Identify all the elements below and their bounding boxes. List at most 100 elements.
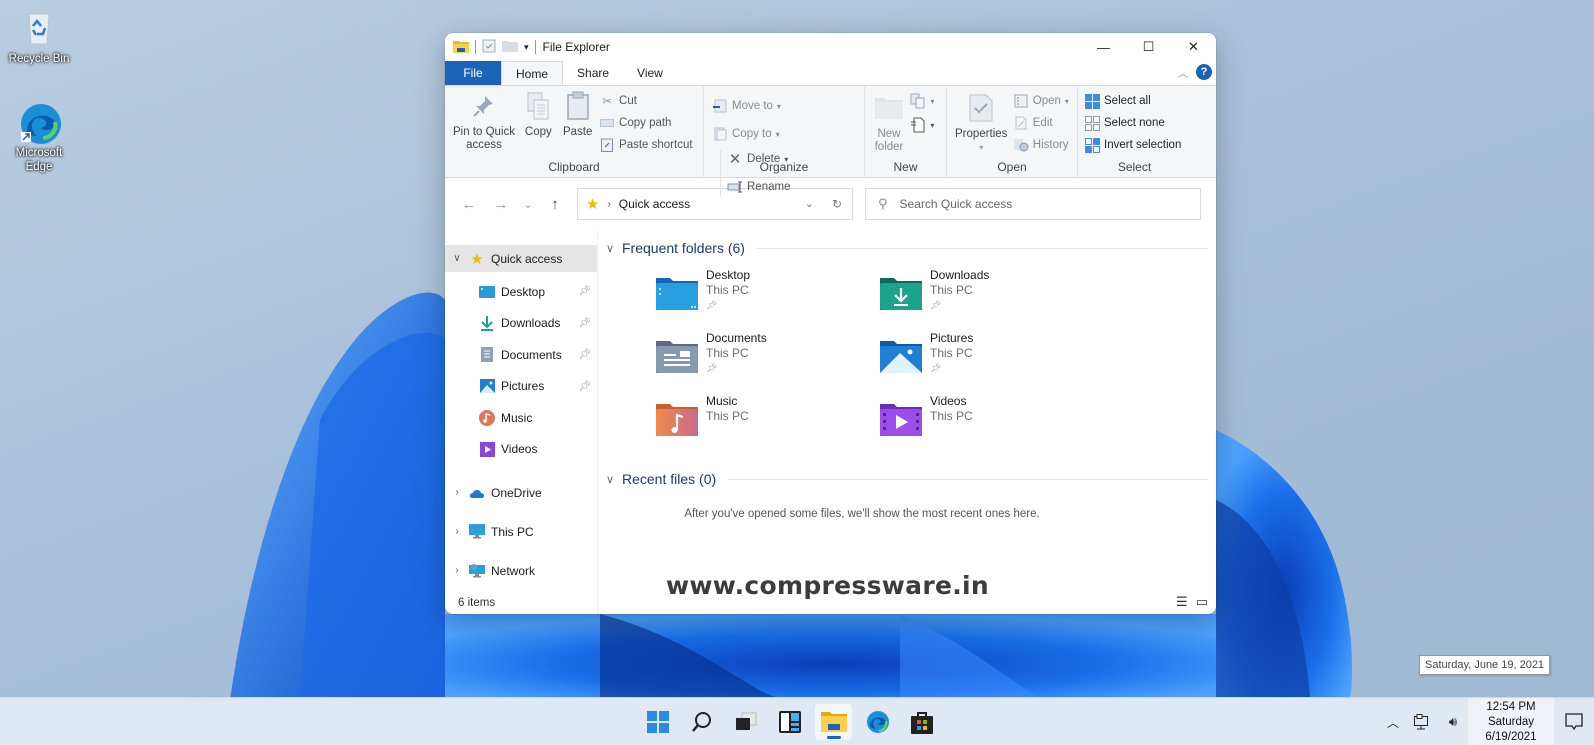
folder-item-documents[interactable]: Documents This PC 📌︎ [656,331,880,381]
refresh-icon[interactable]: ↻ [832,197,842,211]
close-button[interactable]: ✕ [1171,33,1216,61]
invert-selection-button[interactable]: Invert selection [1084,136,1181,154]
pin-icon: 📌︎ [930,300,942,310]
sidebar-item-network[interactable]: › Network [445,551,597,590]
sidebar-item-videos[interactable]: Videos [445,434,597,466]
minimize-button[interactable]: — [1081,33,1126,61]
large-icons-view-icon[interactable]: ▭ [1196,594,1208,610]
tab-home[interactable]: Home [501,61,564,85]
move-to-button[interactable]: Move to ▾ [712,97,781,115]
pin-icon: 📌︎ [930,363,942,373]
open-button[interactable]: Open ▾ [1013,92,1069,110]
open-group-label: Open [997,160,1027,174]
up-button[interactable]: ↑ [539,190,571,218]
search-box[interactable]: ⚲ [865,188,1201,220]
invert-selection-icon [1084,137,1100,153]
collapse-chevron-icon[interactable]: ∨ [606,242,616,255]
desktop-icon-edge[interactable]: Microsoft Edge [1,102,77,174]
organize-group: Move to ▾ Copy to ▾ ✕ Delete ▾ Rename Organi… [704,86,865,196]
recent-locations-button[interactable]: ⌄ [517,190,539,218]
tab-file[interactable]: File [445,61,501,85]
frequent-folders-header[interactable]: ∨ Frequent folders (6) [606,237,1208,259]
paste-button[interactable]: Paste [560,90,596,139]
volume-icon[interactable]: 🔊︎ [1438,714,1468,730]
easy-access-button[interactable]: ▾ [910,116,934,134]
tab-view[interactable]: View [623,61,677,85]
ribbon: Pin to Quick access Copy Paste ✂ Cut Copy… [445,85,1216,196]
select-all-button[interactable]: Select all [1084,92,1181,110]
properties-qat-icon[interactable] [482,39,496,56]
sidebar-item-quick-access[interactable]: ∨ ★ Quick access [445,245,597,272]
select-none-button[interactable]: Select none [1084,114,1181,132]
watermark: www.compressware.in [666,571,989,600]
folder-item-music[interactable]: Music This PC [656,394,880,444]
sidebar-item-pictures[interactable]: Pictures 📌︎ [445,371,597,403]
file-explorer-taskbar-button[interactable] [815,704,852,740]
properties-button[interactable]: Properties ▾ [953,92,1009,154]
search-input[interactable] [899,197,1180,211]
edge-taskbar-button[interactable] [859,704,896,740]
network-status-icon[interactable] [1408,714,1438,730]
folder-item-downloads[interactable]: Downloads This PC 📌︎ [880,268,1104,318]
pin-icon[interactable]: 📌︎ [578,381,591,392]
new-folder-button[interactable]: New folder [871,92,907,154]
expand-chevron-icon[interactable]: › [445,565,469,576]
select-all-icon [1084,93,1100,109]
widgets-icon [778,711,801,733]
copy-button[interactable]: Copy [520,90,556,139]
edit-button[interactable]: Edit [1013,114,1069,132]
back-button[interactable]: ← [453,190,485,218]
clock[interactable]: 12:54 PM Saturday 6/19/2021 [1468,698,1554,745]
notifications-button[interactable] [1554,713,1594,731]
sidebar-item-music[interactable]: Music [445,402,597,434]
details-view-icon[interactable]: ☰ [1176,594,1188,610]
pin-icon[interactable]: 📌︎ [578,286,591,297]
pin-icon[interactable]: 📌︎ [578,318,591,329]
music-folder-icon [656,402,698,438]
expand-chevron-icon[interactable]: › [445,487,469,498]
tab-share[interactable]: Share [563,61,623,85]
new-folder-qat-icon[interactable] [502,40,518,55]
organize-group-label: Organize [759,160,809,174]
collapse-chevron-icon[interactable]: ∨ [606,473,616,486]
expand-chevron-icon[interactable]: › [445,526,469,537]
start-button[interactable] [639,704,676,740]
copy-to-button[interactable]: Copy to ▾ [712,125,781,143]
paste-shortcut-button[interactable]: Paste shortcut [599,136,693,154]
desktop-icon-recycle-bin[interactable]: Recycle Bin [1,8,77,66]
sidebar-item-downloads[interactable]: Downloads 📌︎ [445,308,597,340]
expand-chevron-icon[interactable]: ∨ [445,253,469,264]
sidebar-item-this-pc[interactable]: › This PC [445,512,597,551]
folder-app-icon [453,39,469,56]
copy-path-button[interactable]: Copy path [599,114,693,132]
customize-qat-dropdown[interactable]: ▾ [524,42,529,53]
clock-time: 12:54 PM [1486,701,1536,713]
collapse-ribbon-icon[interactable]: ︿ [1178,65,1188,80]
sidebar-item-desktop[interactable]: Desktop 📌︎ [445,276,597,308]
file-explorer-icon [820,712,847,732]
clipboard-group-label: Clipboard [548,160,600,174]
cut-button[interactable]: ✂ Cut [599,92,693,110]
history-button[interactable]: History [1013,136,1069,154]
sidebar-item-documents[interactable]: Documents 📌︎ [445,339,597,371]
clock-day: Saturday [1487,716,1535,728]
store-taskbar-button[interactable] [903,704,940,740]
task-view-button[interactable] [727,704,764,740]
rename-button[interactable]: Rename [727,178,790,196]
help-icon[interactable]: ? [1196,64,1212,80]
folder-item-pictures[interactable]: Pictures This PC 📌︎ [880,331,1104,381]
recent-files-header[interactable]: ∨ Recent files (0) [606,468,1208,490]
new-item-button[interactable]: ▾ [910,92,934,110]
folder-item-videos[interactable]: Videos This PC [880,394,1104,444]
search-button[interactable] [683,704,720,740]
show-hidden-icons-button[interactable]: ︿ [1378,714,1408,731]
sidebar-item-onedrive[interactable]: › OneDrive [445,473,597,512]
forward-button[interactable]: → [485,190,517,218]
widgets-button[interactable] [771,704,808,740]
maximize-button[interactable]: ☐ [1126,33,1171,61]
pin-icon[interactable]: 📌︎ [578,349,591,360]
address-dropdown-icon[interactable]: ⌄ [805,197,814,211]
download-arrow-icon [479,315,495,332]
folder-item-desktop[interactable]: Desktop This PC 📌︎ [656,268,880,318]
pin-to-quick-access-button[interactable]: Pin to Quick access [451,90,517,152]
